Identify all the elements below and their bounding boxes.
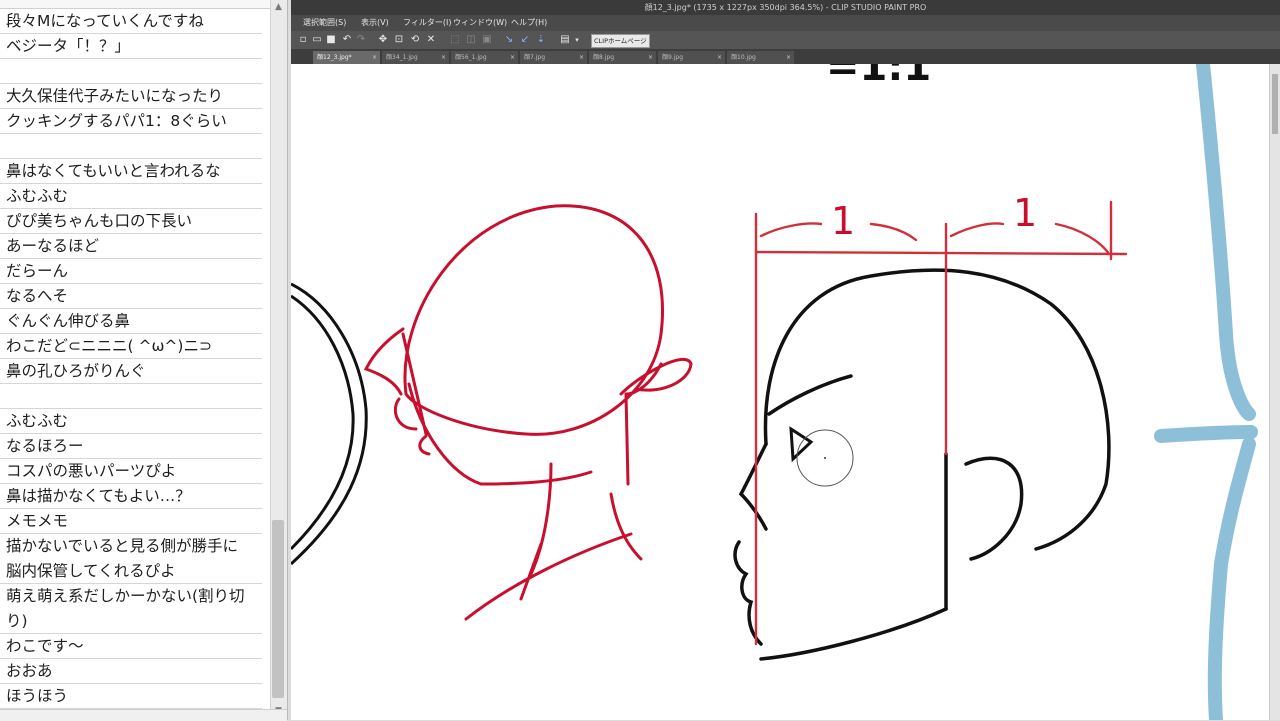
tab-label: 顔7.jpg xyxy=(524,54,546,61)
menu-item-view[interactable]: 表示(V) xyxy=(361,15,389,31)
menu-item-filter[interactable]: フィルター(I) xyxy=(403,15,451,31)
tab-label: 顔9.jpg xyxy=(662,54,684,61)
red-head-sketch xyxy=(363,204,693,621)
tab-document-9[interactable]: 顔9.jpg × xyxy=(658,51,725,64)
close-icon[interactable]: × xyxy=(717,51,722,64)
drawing-canvas[interactable]: =1:1 1 1 xyxy=(291,64,1269,720)
comment-panel-footer xyxy=(0,709,287,721)
comment-list[interactable]: 段々Mになっていくんですね ベジータ「！？」 大久保佳代子みたいになったり クッキング… xyxy=(0,9,270,709)
tab-document-10[interactable]: 顔10.jpg × xyxy=(727,51,794,64)
comment-row[interactable]: ほうほう xyxy=(0,684,262,709)
profile-head-drawing xyxy=(733,268,1111,661)
comment-panel: 段々Mになっていくんですね ベジータ「！？」 大久保佳代子みたいになったり クッキング… xyxy=(0,0,288,721)
ruler-snap-icon[interactable]: ↘ xyxy=(503,34,515,46)
tab-document-7[interactable]: 顔7.jpg × xyxy=(520,51,587,64)
left-head-outline xyxy=(291,282,368,566)
deselect-icon[interactable]: ✕ xyxy=(425,34,437,46)
canvas-artwork: =1:1 1 1 xyxy=(291,64,1258,720)
display-settings-icon[interactable]: ▤ xyxy=(559,34,571,46)
scroll-up-arrow-icon[interactable]: ▲ xyxy=(271,0,286,14)
grid-snap-icon[interactable]: ⇣ xyxy=(535,34,547,46)
close-icon[interactable]: × xyxy=(510,51,515,64)
menu-item-window[interactable]: ウィンドウ(W) xyxy=(453,15,507,31)
comment-row[interactable]: 描かないでいると見る側が勝手に 脳内保管してくれるぴよ xyxy=(0,534,262,584)
comment-row[interactable]: ぴぴ美ちゃんも口の下長い xyxy=(0,209,262,234)
comment-row[interactable]: クッキングするパパ1：8ぐらい xyxy=(0,109,262,134)
comment-row[interactable]: コスパの悪いパーツぴよ xyxy=(0,459,262,484)
document-tab-bar: 顔12_3.jpg* × 顔34_1.jpg × 顔56_1.jpg × 顔7.… xyxy=(291,49,1280,64)
comment-row[interactable]: おおあ xyxy=(0,659,262,684)
menu-item-selection[interactable]: 選択範囲(S) xyxy=(303,15,346,31)
comment-row[interactable]: 鼻の孔ひろがりんぐ xyxy=(0,359,262,384)
save-icon[interactable]: ■ xyxy=(325,34,337,46)
scale-icon[interactable]: ⊡ xyxy=(393,34,405,46)
new-file-icon[interactable]: ▫ xyxy=(297,34,309,46)
comment-row[interactable]: あーなるほど xyxy=(0,234,262,259)
comment-row[interactable]: わこです～ xyxy=(0,634,262,659)
comment-row[interactable]: 段々Mになっていくんですね xyxy=(0,9,262,34)
right-dock-scroll-thumb[interactable] xyxy=(1272,74,1278,134)
tab-label: 顔34_1.jpg xyxy=(386,54,418,61)
comment-row[interactable]: 鼻はなくてもいいと言われるな xyxy=(0,159,262,184)
redo-icon[interactable]: ↷ xyxy=(355,34,367,46)
brush-cursor-center xyxy=(824,457,826,459)
clip-homepage-button[interactable]: CLIPホームページ xyxy=(591,34,650,48)
comment-row[interactable]: 鼻は描かなくてもよい…？ xyxy=(0,484,262,509)
close-icon[interactable]: × xyxy=(579,51,584,64)
tab-label: 顔12_3.jpg* xyxy=(317,54,352,61)
scrollbar-thumb[interactable] xyxy=(272,520,284,698)
comment-row[interactable] xyxy=(0,59,262,84)
ratio-label-left: 1 xyxy=(831,199,855,243)
clip-studio-window: 顔12_3.jpg* (1735 x 1227px 350dpi 364.5%)… xyxy=(291,0,1280,720)
fill-selection-icon[interactable]: ▣ xyxy=(481,34,493,46)
comment-row[interactable]: ふむふむ xyxy=(0,184,262,209)
comment-row[interactable]: なるへそ xyxy=(0,284,262,309)
ratio-guide-lines xyxy=(754,200,1128,646)
chevron-down-icon[interactable]: ▾ xyxy=(571,34,583,46)
comment-row[interactable]: 大久保佳代子みたいになったり xyxy=(0,84,262,109)
comment-row[interactable]: ふむふむ xyxy=(0,409,262,434)
comment-row[interactable]: なるほろー xyxy=(0,434,262,459)
blue-figure-sketch xyxy=(1154,64,1258,720)
undo-icon[interactable]: ↶ xyxy=(341,34,353,46)
rotate-icon[interactable]: ⟲ xyxy=(409,34,421,46)
close-icon[interactable]: × xyxy=(441,51,446,64)
command-bar: ▫ ▭ ■ ↶ ↷ ✥ ⊡ ⟲ ✕ ⬚ ◫ ▣ ↘ ↙ ⇣ ▤ ▾ CLIPホー… xyxy=(291,31,1280,49)
open-file-icon[interactable]: ▭ xyxy=(311,34,323,46)
comment-row[interactable]: ベジータ「！？」 xyxy=(0,34,262,59)
menu-item-help[interactable]: ヘルプ(H) xyxy=(511,15,547,31)
comment-row[interactable] xyxy=(0,384,262,409)
tab-label: 顔10.jpg xyxy=(731,54,756,61)
comment-row[interactable]: わこだど⊂ニニニ( ^ω^)ニ⊃ xyxy=(0,334,262,359)
transform-icon[interactable]: ✥ xyxy=(377,34,389,46)
invert-selection-icon[interactable]: ◫ xyxy=(465,34,477,46)
tab-label: 顔8.jpg xyxy=(593,54,615,61)
comment-row[interactable]: ぐんぐん伸びる鼻 xyxy=(0,309,262,334)
tab-document-34-1[interactable]: 顔34_1.jpg × xyxy=(382,51,449,64)
comment-row[interactable]: だらーん xyxy=(0,259,262,284)
ratio-heading: =1:1 xyxy=(826,64,931,90)
crop-icon[interactable]: ⬚ xyxy=(449,34,461,46)
comment-row[interactable]: メモメモ xyxy=(0,509,262,534)
tab-document-12-3[interactable]: 顔12_3.jpg* × xyxy=(313,51,380,64)
comment-row[interactable]: 萌え萌え系だしかーかない(割り切 り) xyxy=(0,584,262,634)
special-ruler-snap-icon[interactable]: ↙ xyxy=(519,34,531,46)
menu-bar: 選択範囲(S) 表示(V) フィルター(I) ウィンドウ(W) ヘルプ(H) xyxy=(291,15,1280,31)
tab-document-56-1[interactable]: 顔56_1.jpg × xyxy=(451,51,518,64)
right-panel-dock xyxy=(1269,64,1280,720)
tab-document-8[interactable]: 顔8.jpg × xyxy=(589,51,656,64)
close-icon[interactable]: × xyxy=(372,51,377,64)
close-icon[interactable]: × xyxy=(648,51,653,64)
tab-label: 顔56_1.jpg xyxy=(455,54,487,61)
close-icon[interactable]: × xyxy=(786,51,791,64)
ratio-label-right: 1 xyxy=(1013,191,1037,235)
comment-panel-header xyxy=(0,0,270,9)
window-title: 顔12_3.jpg* (1735 x 1227px 350dpi 364.5%)… xyxy=(291,0,1280,15)
comment-row[interactable] xyxy=(0,134,262,159)
